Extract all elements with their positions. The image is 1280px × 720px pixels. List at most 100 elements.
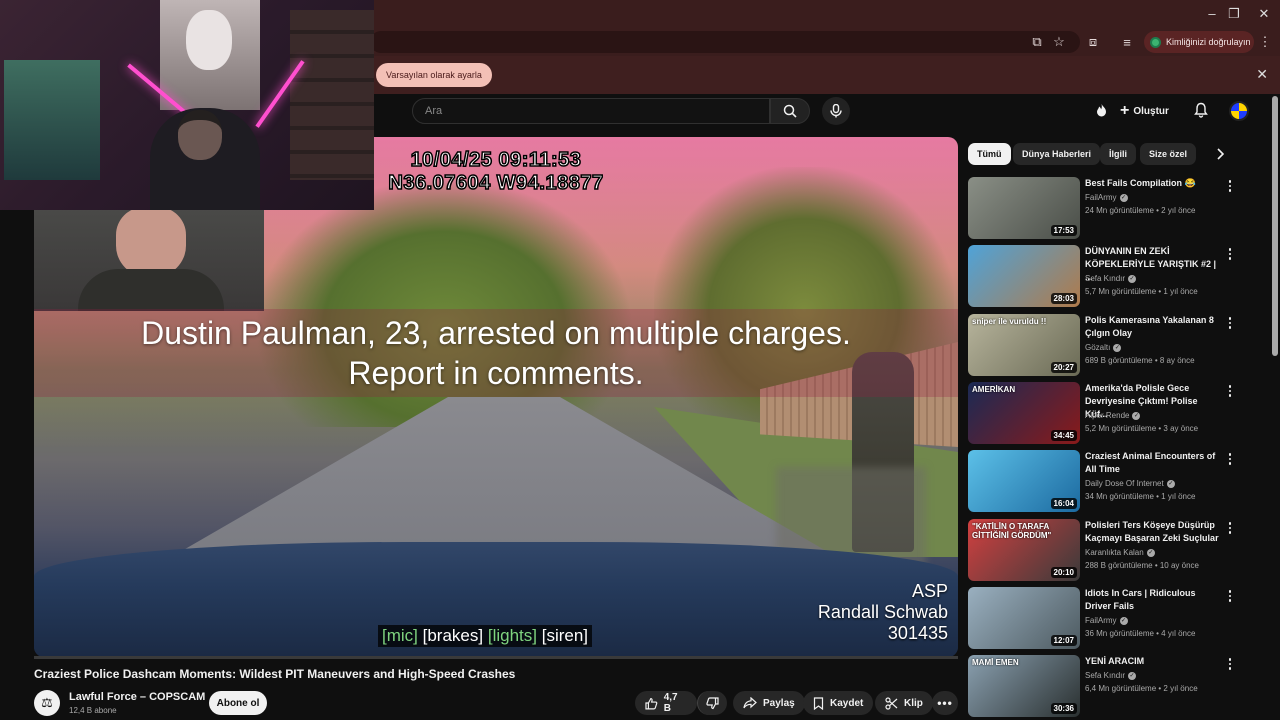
clip-label: Klip — [904, 697, 923, 709]
mugshot-shirt — [78, 269, 224, 311]
recommendation-channel[interactable]: Sefa Kındır ✓ — [1085, 274, 1137, 283]
recommendation-thumbnail[interactable]: 17:53 — [968, 177, 1080, 239]
set-default-button[interactable]: Varsayılan olarak ayarla — [376, 63, 492, 87]
video-duration: 34:45 — [1050, 430, 1077, 441]
more-vertical-icon[interactable] — [1225, 589, 1235, 603]
video-progress-bar[interactable] — [34, 656, 958, 659]
restore-icon[interactable]: ❐ — [1224, 6, 1244, 22]
recommendation-thumbnail[interactable]: 28:03 — [968, 245, 1080, 307]
voice-search-button[interactable] — [822, 97, 850, 125]
recommendation-title[interactable]: Polisleri Ters Köşeye Düşürüp Kaçmayı Ba… — [1085, 519, 1221, 545]
recommendation-channel[interactable]: FailArmy ✓ — [1085, 193, 1128, 202]
chip-related[interactable]: İlgili — [1100, 143, 1136, 165]
recommendation-thumbnail[interactable]: 12:07 — [968, 587, 1080, 649]
browser-menu-icon[interactable]: ⋮ — [1256, 33, 1274, 51]
more-vertical-icon[interactable] — [1225, 384, 1235, 398]
headline-line-1: Dustin Paulman, 23, arrested on multiple… — [141, 315, 851, 351]
create-button[interactable]: + Oluştur — [1120, 100, 1169, 122]
recommendation-title[interactable]: YENİ ARACIM — [1085, 655, 1221, 668]
recommendation-channel[interactable]: FailArmy ✓ — [1085, 616, 1128, 625]
video-caption: [mic] [brakes] [lights] [siren] — [378, 625, 593, 647]
search-button[interactable] — [770, 98, 810, 124]
chip-for-you[interactable]: Size özel — [1140, 143, 1197, 165]
recommendation-channel[interactable]: Daily Dose Of Internet ✓ — [1085, 479, 1175, 488]
recommendation-channel[interactable]: Sefa Kındır ✓ — [1085, 671, 1137, 680]
recommendation-title[interactable]: Idiots In Cars | Ridiculous Driver Fails — [1085, 587, 1221, 613]
recommendation-thumbnail[interactable]: MAMİ EMEN 30:36 — [968, 655, 1080, 717]
profile-status-icon — [1150, 36, 1161, 48]
more-actions-button[interactable]: ••• — [932, 691, 958, 715]
subscribe-button[interactable]: Abone ol — [209, 691, 267, 715]
search-input[interactable]: Ara — [412, 98, 770, 124]
recommendation-item[interactable]: sniper ile vuruldu !! 20:27 Polis Kamerası… — [968, 314, 1246, 378]
recommendation-item[interactable]: 17:53 Best Fails Compilation 😂 FailArmy ✓ 24… — [968, 177, 1246, 241]
recommendation-item[interactable]: MAMİ EMEN 30:36 YENİ ARACIM Sefa Kındır ✓ 6,4… — [968, 655, 1246, 719]
more-vertical-icon[interactable] — [1225, 657, 1235, 671]
install-app-icon[interactable]: ⧉ — [1028, 33, 1046, 51]
profile-button[interactable]: Kimliğinizi doğrulayın — [1144, 31, 1254, 53]
recommendation-title[interactable]: Best Fails Compilation 😂 — [1085, 177, 1221, 190]
recommendation-title[interactable]: Polis Kamerasına Yakalanan 8 Çılgın Olay — [1085, 314, 1221, 340]
channel-label: Sefa Kındır — [1085, 274, 1126, 283]
channel-label: Alper Rende — [1085, 411, 1130, 420]
recommendation-item[interactable]: AMERİKAN 34:45 Amerika'da Polisle Gece Dev… — [968, 382, 1246, 446]
headline-line-2: Report in comments. — [348, 355, 644, 391]
thumbs-up-icon — [645, 697, 658, 709]
account-avatar[interactable] — [1229, 101, 1249, 121]
channel-label: Karanlıkta Kalan — [1085, 548, 1144, 557]
verified-badge-icon: ✓ — [1166, 479, 1175, 488]
cast-button[interactable] — [1092, 101, 1110, 119]
more-vertical-icon[interactable] — [1225, 316, 1235, 330]
dislike-button[interactable] — [697, 691, 727, 715]
create-label: Oluştur — [1133, 105, 1169, 117]
channel-label: Sefa Kındır — [1085, 671, 1126, 680]
more-vertical-icon[interactable] — [1225, 179, 1235, 193]
extensions-icon[interactable]: ⧈ — [1084, 33, 1102, 51]
chip-all[interactable]: Tümü — [968, 143, 1011, 165]
media-controls-icon[interactable]: ≡ — [1118, 33, 1136, 51]
recommendation-thumbnail[interactable]: "KATİLİN O TARAFA GİTTİĞİNİ GÖRDÜM" 20:10 — [968, 519, 1080, 581]
channel-avatar[interactable]: ⚖ — [34, 690, 60, 716]
like-count: 4,7 B — [663, 692, 678, 714]
save-button[interactable]: Kaydet — [803, 691, 874, 715]
close-window-icon[interactable]: ✕ — [1254, 6, 1274, 22]
recommendation-item[interactable]: 28:03 DÜNYANIN EN ZEKİ KÖPEKLERİYLE YARIŞ… — [968, 245, 1246, 309]
more-vertical-icon[interactable] — [1225, 521, 1235, 535]
thumbnail-overlay-text: sniper ile vuruldu !! — [972, 317, 1047, 326]
infobar-close-icon[interactable]: ✕ — [1256, 66, 1268, 83]
recommendation-meta: 34 Mn görüntüleme • 1 yıl önce — [1085, 492, 1196, 501]
share-label: Paylaş — [763, 697, 795, 709]
recommendation-item[interactable]: 12:07 Idiots In Cars | Ridiculous Driver … — [968, 587, 1246, 651]
notifications-button[interactable] — [1192, 101, 1210, 119]
recommendation-meta: 6,4 Mn görüntüleme • 2 yıl önce — [1085, 684, 1198, 693]
more-vertical-icon[interactable] — [1225, 452, 1235, 466]
recommendation-channel[interactable]: Karanlıkta Kalan ✓ — [1085, 548, 1155, 557]
page-scrollbar[interactable] — [1272, 96, 1278, 356]
verified-badge-icon: ✓ — [1119, 193, 1128, 202]
minimize-icon[interactable]: – — [1202, 6, 1222, 21]
recommendation-title[interactable]: Craziest Animal Encounters of All Time — [1085, 450, 1221, 476]
microphone-icon — [830, 104, 842, 118]
clip-button[interactable]: Klip — [875, 691, 933, 715]
channel-label: FailArmy — [1085, 616, 1117, 625]
recommendation-thumbnail[interactable]: 16:04 — [968, 450, 1080, 512]
address-bar[interactable] — [370, 31, 1080, 53]
chips-next-button[interactable] — [1212, 146, 1228, 162]
more-vertical-icon[interactable] — [1225, 247, 1235, 261]
like-button[interactable]: 4,7 B — [635, 691, 697, 715]
video-player[interactable]: 10/04/25 09:11:53 N36.07604 W94.18877 Du… — [34, 137, 958, 657]
recommendation-item[interactable]: "KATİLİN O TARAFA GİTTİĞİNİ GÖRDÜM" 20:10… — [968, 519, 1246, 583]
recommendation-item[interactable]: 16:04 Craziest Animal Encounters of All T… — [968, 450, 1246, 514]
bookmark-star-icon[interactable]: ☆ — [1050, 33, 1068, 51]
recommendation-thumbnail[interactable]: AMERİKAN 34:45 — [968, 382, 1080, 444]
recommendation-thumbnail[interactable]: sniper ile vuruldu !! 20:27 — [968, 314, 1080, 376]
scissors-icon — [885, 696, 898, 710]
channel-subscribers: 12,4 B abone — [69, 706, 117, 715]
recommendation-meta: 288 B görüntüleme • 10 ay önce — [1085, 561, 1199, 570]
recommendation-channel[interactable]: Gözaltı ✓ — [1085, 343, 1122, 352]
channel-name[interactable]: Lawful Force – COPSCAM — [69, 691, 205, 703]
share-button[interactable]: Paylaş — [733, 691, 805, 715]
webcam-shelf — [290, 10, 374, 180]
recommendation-channel[interactable]: Alper Rende ✓ — [1085, 411, 1141, 420]
chip-world-news[interactable]: Dünya Haberleri — [1013, 143, 1101, 165]
